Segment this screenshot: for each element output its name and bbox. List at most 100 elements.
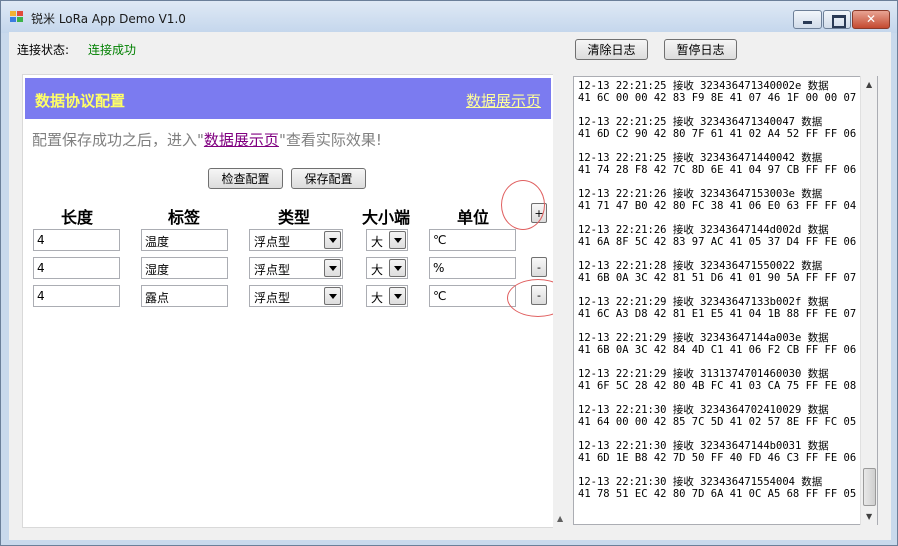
column-header-unit: 单位 xyxy=(457,208,490,227)
log-entry: 12-13 22:21:25 接收 323436471340047 数据 41 6… xyxy=(578,116,856,140)
log-entry-header: 12-13 22:21:26 接收 32343647153003e 数据 xyxy=(578,188,823,200)
log-entry: 12-13 22:21:29 接收 3131374701460030 数据 41 … xyxy=(578,368,856,392)
log-entry-header: 12-13 22:21:25 接收 323436471340002e 数据 xyxy=(578,80,829,92)
endian-select[interactable]: 大 xyxy=(366,285,408,307)
log-entry-bytes: 41 6B 0A 3C 42 81 51 D6 41 01 90 5A FF F… xyxy=(578,272,857,284)
type-select[interactable]: 浮点型 xyxy=(249,257,343,279)
label-input[interactable]: 温度 xyxy=(141,229,228,251)
type-select-value: 浮点型 xyxy=(254,263,291,277)
hint-text-after: 查看实际效果! xyxy=(285,131,382,149)
log-entry-header: 12-13 22:21:30 接收 32343647144b0031 数据 xyxy=(578,440,829,452)
config-panel-title: 数据协议配置 xyxy=(35,92,126,110)
log-entry: 12-13 22:21:30 接收 32343647144b0031 数据 41 … xyxy=(578,440,856,464)
log-entry: 12-13 22:21:30 接收 3234364702410029 数据 41 … xyxy=(578,404,856,428)
log-textbox[interactable]: 12-13 22:21:25 接收 323436471340002e 数据 41 … xyxy=(573,76,878,525)
type-select-value: 浮点型 xyxy=(254,291,291,305)
log-entry-bytes: 41 71 47 B0 42 80 FC 38 41 06 E0 63 FF F… xyxy=(578,200,857,212)
type-select-value: 浮点型 xyxy=(254,235,291,249)
data-display-link[interactable]: 数据展示页 xyxy=(466,90,541,111)
save-config-button[interactable]: 保存配置 xyxy=(291,168,366,189)
log-entry-header: 12-13 22:21:30 接收 323436471554004 数据 xyxy=(578,476,823,488)
config-panel-header: 数据协议配置 数据展示页 xyxy=(25,78,551,119)
config-hint: 配置保存成功之后，进入"数据展示页"查看实际效果! xyxy=(32,131,382,149)
log-entry-header: 12-13 22:21:28 接收 323436471550022 数据 xyxy=(578,260,823,272)
label-input[interactable]: 露点 xyxy=(141,285,228,307)
log-scrollbar[interactable]: ▲ ▼ xyxy=(860,76,877,525)
endian-select[interactable]: 大 xyxy=(366,229,408,251)
chevron-down-icon[interactable] xyxy=(324,231,341,249)
app-icon xyxy=(10,11,24,23)
length-input[interactable]: 4 xyxy=(33,257,120,279)
length-input[interactable]: 4 xyxy=(33,229,120,251)
log-entry: 12-13 22:21:29 接收 32343647133b002f 数据 41 … xyxy=(578,296,856,320)
endian-select[interactable]: 大 xyxy=(366,257,408,279)
log-entry-bytes: 41 78 51 EC 42 80 7D 6A 41 0C A5 68 FF F… xyxy=(578,488,857,500)
column-header-type: 类型 xyxy=(278,208,311,227)
client-area: 连接状态: 连接成功 清除日志 暂停日志 数据协议配置 数据展示页 配置保存成功… xyxy=(9,32,891,540)
log-entry: 12-13 22:21:29 接收 32343647144a003e 数据 41 … xyxy=(578,332,856,356)
connection-status-label: 连接状态: xyxy=(17,43,70,57)
log-entry-bytes: 41 6C 00 00 42 83 F9 8E 41 07 46 1F 00 0… xyxy=(578,92,857,104)
unit-input[interactable]: ℃ xyxy=(429,285,516,307)
log-entry-bytes: 41 6F 5C 28 42 80 4B FC 41 03 CA 75 FF F… xyxy=(578,380,857,392)
minimize-button[interactable] xyxy=(793,10,822,29)
column-header-length: 长度 xyxy=(61,208,94,227)
log-entry: 12-13 22:21:26 接收 32343647144d002d 数据 41 … xyxy=(578,224,856,248)
log-entry-header: 12-13 22:21:29 接收 32343647144a003e 数据 xyxy=(578,332,829,344)
log-entry-bytes: 41 74 28 F8 42 7C 8D 6E 41 04 97 CB FF F… xyxy=(578,164,857,176)
log-entry-header: 12-13 22:21:26 接收 32343647144d002d 数据 xyxy=(578,224,829,236)
log-entry-bytes: 41 6B 0A 3C 42 84 4D C1 41 06 F2 CB FF F… xyxy=(578,344,857,356)
type-select[interactable]: 浮点型 xyxy=(249,229,343,251)
log-entry-header: 12-13 22:21:29 接收 32343647133b002f 数据 xyxy=(578,296,829,308)
log-entry-header: 12-13 22:21:29 接收 3131374701460030 数据 xyxy=(578,368,829,380)
log-entry: 12-13 22:21:26 接收 32343647153003e 数据 41 7… xyxy=(578,188,856,212)
log-entry-bytes: 41 64 00 00 42 85 7C 5D 41 02 57 8E FF F… xyxy=(578,416,857,428)
log-entry: 12-13 22:21:30 接收 323436471554004 数据 41 7… xyxy=(578,476,856,500)
config-row: 4 露点 浮点型 大 ℃ - xyxy=(23,285,553,307)
chevron-down-icon[interactable] xyxy=(389,287,406,305)
remove-row-button[interactable]: - xyxy=(531,257,547,277)
chevron-down-icon[interactable] xyxy=(389,231,406,249)
log-entry-bytes: 41 6A 8F 5C 42 83 97 AC 41 05 37 D4 FF F… xyxy=(578,236,857,248)
unit-input[interactable]: ℃ xyxy=(429,229,516,251)
chevron-down-icon[interactable] xyxy=(324,287,341,305)
title-bar[interactable]: 锐米 LoRa App Demo V1.0 xyxy=(1,1,897,33)
chevron-down-icon[interactable] xyxy=(324,259,341,277)
config-row: 4 温度 浮点型 大 ℃ xyxy=(23,229,553,251)
length-input[interactable]: 4 xyxy=(33,285,120,307)
connection-status-value: 连接成功 xyxy=(88,43,137,57)
log-entry-header: 12-13 22:21:25 接收 323436471440042 数据 xyxy=(578,152,823,164)
window-title: 锐米 LoRa App Demo V1.0 xyxy=(31,12,186,26)
log-entry: 12-13 22:21:28 接收 323436471550022 数据 41 6… xyxy=(578,260,856,284)
unit-input[interactable]: % xyxy=(429,257,516,279)
column-header-endian: 大小端 xyxy=(362,208,411,227)
check-config-button[interactable]: 检查配置 xyxy=(208,168,283,189)
log-entry: 12-13 22:21:25 接收 323436471340002e 数据 41 … xyxy=(578,80,856,104)
log-entry-bytes: 41 6D C2 90 42 80 7F 61 41 02 A4 52 FF F… xyxy=(578,128,857,140)
chevron-down-icon[interactable] xyxy=(389,259,406,277)
log-entry: 12-13 22:21:25 接收 323436471440042 数据 41 7… xyxy=(578,152,856,176)
log-entry-bytes: 41 6D 1E B8 42 7D 50 FF 40 FD 46 C3 FF F… xyxy=(578,452,857,464)
highlight-circle-add xyxy=(501,180,545,230)
pause-log-button[interactable]: 暂停日志 xyxy=(664,39,737,60)
maximize-button[interactable] xyxy=(823,10,851,29)
close-button[interactable] xyxy=(852,10,890,29)
endian-select-value: 大 xyxy=(371,235,384,249)
endian-select-value: 大 xyxy=(371,263,384,277)
scroll-up-icon[interactable]: ▲ xyxy=(866,80,872,89)
hint-display-link[interactable]: 数据展示页 xyxy=(204,131,279,149)
scroll-up-icon[interactable]: ▲ xyxy=(557,514,563,523)
log-entry-bytes: 41 6C A3 D8 42 81 E1 E5 41 04 1B 88 FF F… xyxy=(578,308,857,320)
app-window: 锐米 LoRa App Demo V1.0 连接状态: 连接成功 清除日志 暂停… xyxy=(0,0,898,546)
config-row: 4 湿度 浮点型 大 % - xyxy=(23,257,553,279)
hint-text-before: 配置保存成功之后，进入 xyxy=(32,131,198,149)
label-input[interactable]: 湿度 xyxy=(141,257,228,279)
log-entry-header: 12-13 22:21:30 接收 3234364702410029 数据 xyxy=(578,404,829,416)
type-select[interactable]: 浮点型 xyxy=(249,285,343,307)
config-panel: 数据协议配置 数据展示页 配置保存成功之后，进入"数据展示页"查看实际效果! 检… xyxy=(22,74,569,528)
clear-log-button[interactable]: 清除日志 xyxy=(575,39,648,60)
scroll-thumb[interactable] xyxy=(863,468,876,506)
endian-select-value: 大 xyxy=(371,291,384,305)
config-panel-scrollbar[interactable]: ▲ xyxy=(553,74,570,528)
scroll-down-icon[interactable]: ▼ xyxy=(866,512,872,521)
